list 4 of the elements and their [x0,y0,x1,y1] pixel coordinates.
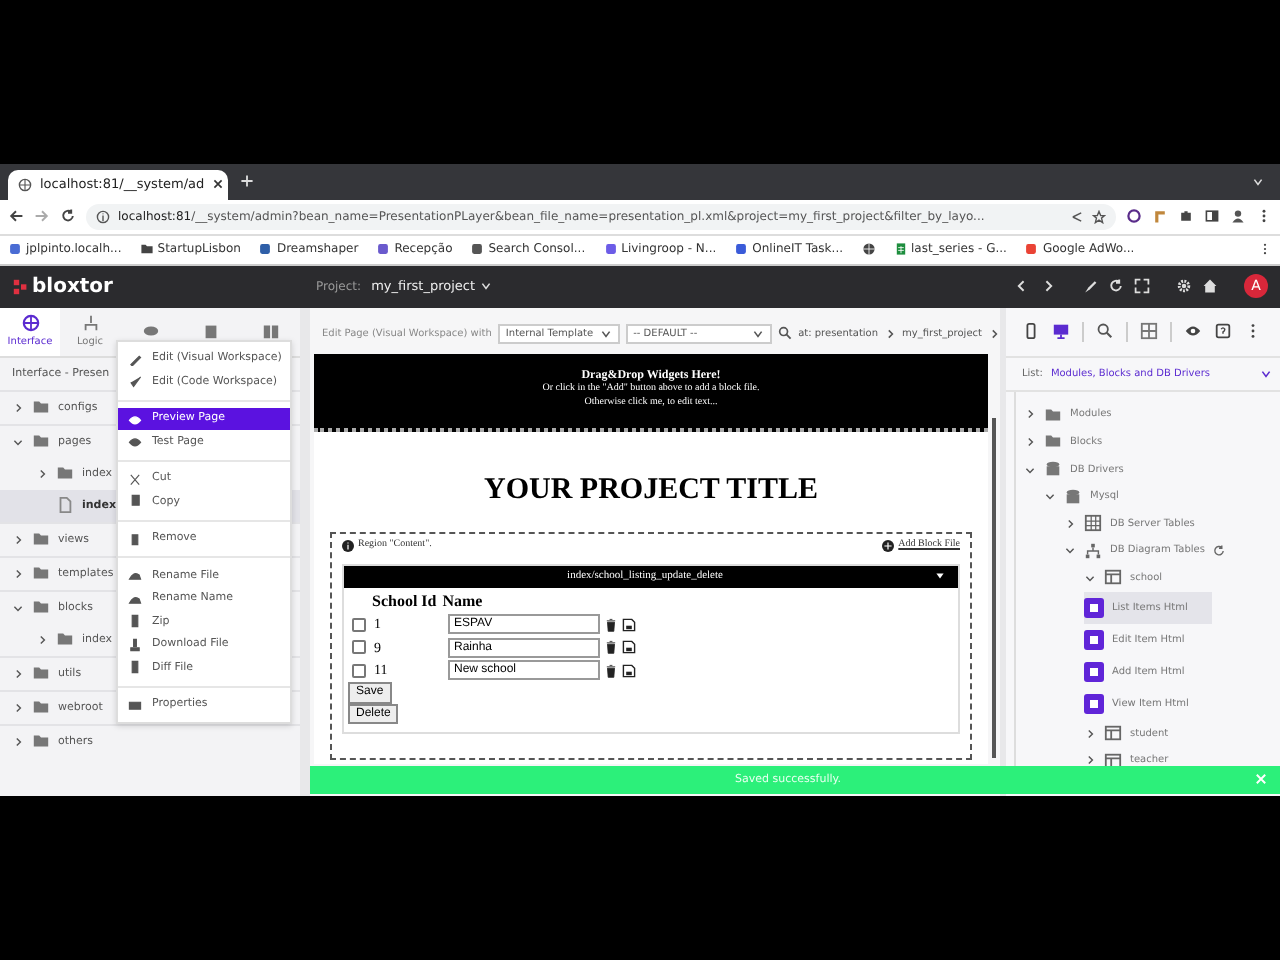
page-title: YOUR PROJECT TITLE [482,471,820,510]
column-header: School Id [372,591,437,614]
column-header: Name [442,591,483,614]
app-logo: bloxtor [32,275,113,298]
